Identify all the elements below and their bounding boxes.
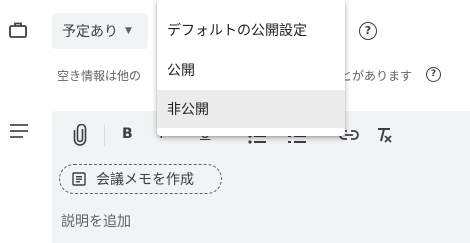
menu-item-private[interactable]: 非公開 <box>157 90 345 128</box>
availability-hint-text: 空き情報は他の <box>57 69 142 83</box>
menu-item-default-visibility[interactable]: デフォルトの公開設定 <box>157 11 345 49</box>
busy-status-value: 予定あり <box>62 24 118 40</box>
clear-format-icon[interactable] <box>375 126 393 144</box>
description-placeholder[interactable]: 説明を追加 <box>61 211 131 231</box>
menu-item-public[interactable]: 公開 <box>157 51 345 89</box>
chevron-down-icon: ▼ <box>125 26 132 36</box>
notes-icon <box>72 172 86 186</box>
menu-item-label: デフォルトの公開設定 <box>167 23 307 39</box>
notes-button-label: 会議メモを作成 <box>96 172 194 188</box>
help-icon[interactable]: ? <box>359 22 377 40</box>
bold-button[interactable]: B <box>122 126 133 142</box>
busy-status-dropdown[interactable]: 予定あり ▼ <box>52 13 148 49</box>
create-meeting-notes-button[interactable]: 会議メモを作成 <box>59 164 222 194</box>
visibility-hint-text: とがあります <box>340 69 413 83</box>
menu-item-label: 非公開 <box>167 102 209 118</box>
briefcase-icon <box>9 22 27 38</box>
description-icon <box>10 124 28 138</box>
menu-item-label: 公開 <box>167 63 195 79</box>
visibility-menu: デフォルトの公開設定 公開 非公開 <box>157 0 345 136</box>
attach-icon[interactable] <box>72 124 88 146</box>
toolbar-divider <box>104 124 105 146</box>
help-icon[interactable]: ? <box>426 67 441 82</box>
